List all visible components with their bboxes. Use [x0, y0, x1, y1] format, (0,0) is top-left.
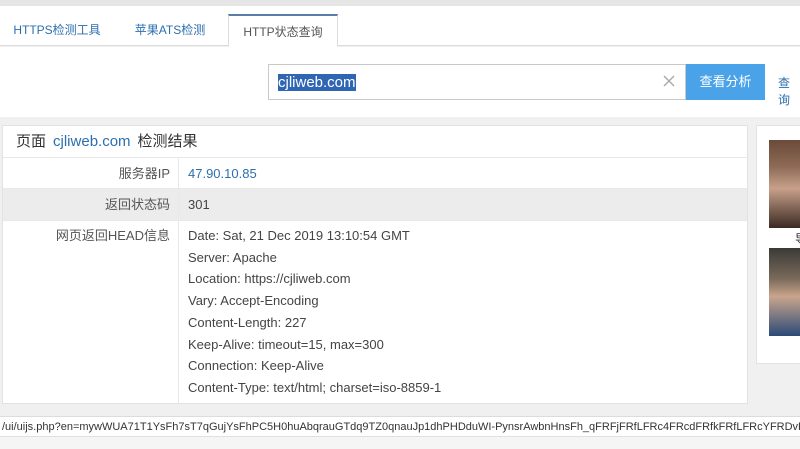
tab-http-status[interactable]: HTTP状态查询 [228, 14, 338, 47]
server-ip-value: 47.90.10.85 [188, 166, 257, 181]
tab-bar: HTTPS检测工具 苹果ATS检测 HTTP状态查询 [0, 6, 800, 47]
row-head-info: 网页返回HEAD信息 Date: Sat, 21 Dec 2019 13:10:… [3, 221, 747, 404]
head-line: Content-Length: 227 [188, 314, 307, 330]
result-title-prefix: 页面 [16, 133, 47, 150]
query-link[interactable]: 查询 [778, 74, 800, 108]
head-line: Date: Sat, 21 Dec 2019 13:10:54 GMT [188, 228, 410, 243]
head-line: Content-Type: text/html; charset=iso-885… [188, 379, 442, 395]
row-status-code: 返回状态码 301 [3, 189, 747, 221]
head-line: Connection: Keep-Alive [188, 358, 324, 374]
search-row: 查看分析 查询 [0, 47, 800, 117]
status-bar-url: /ui/uijs.php?en=mywWUA71T1YsFh7sT7qGujYs… [0, 416, 800, 436]
ad-caption: 导 [795, 230, 800, 247]
head-line: Server: Apache [188, 249, 277, 265]
result-panel: 页面 cjliweb.com 检测结果 服务器IP 47.90.10.85 返回状态… [2, 125, 748, 404]
search-box [268, 64, 686, 100]
row-label: 网页返回HEAD信息 [3, 221, 179, 404]
result-title: 页面 cjliweb.com 检测结果 [3, 126, 747, 158]
head-line: Keep-Alive: timeout=15, max=300 [188, 336, 384, 352]
close-icon[interactable] [661, 73, 677, 89]
head-line: Location: https://cjliweb.com [188, 271, 351, 287]
head-info-value: Date: Sat, 21 Dec 2019 13:10:54 GMT Serv… [188, 225, 441, 399]
bottom-strip [0, 436, 800, 449]
tab-ats-check[interactable]: 苹果ATS检测 [114, 15, 226, 46]
side-ad-panel: 导 [756, 125, 800, 364]
result-title-suffix: 检测结果 [137, 133, 198, 150]
tab-https-tool[interactable]: HTTPS检测工具 [0, 15, 114, 46]
row-label: 服务器IP [3, 158, 179, 188]
analyze-button[interactable]: 查看分析 [686, 64, 765, 100]
row-server-ip: 服务器IP 47.90.10.85 [3, 158, 747, 189]
head-line: Vary: Accept-Encoding [188, 293, 319, 309]
ad-thumbnail[interactable] [769, 140, 800, 228]
row-label: 返回状态码 [3, 189, 179, 220]
status-code-value: 301 [188, 197, 210, 212]
result-domain: cjliweb.com [53, 133, 131, 150]
ad-thumbnail[interactable] [769, 248, 800, 336]
search-input[interactable] [278, 71, 650, 93]
